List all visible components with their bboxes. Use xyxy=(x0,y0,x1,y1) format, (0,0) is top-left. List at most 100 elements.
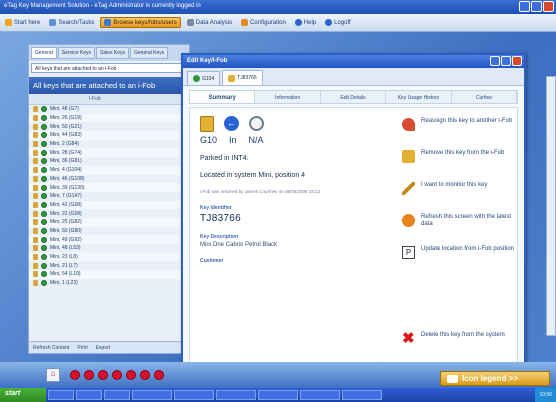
fob-icon xyxy=(41,141,47,148)
list-item[interactable]: Mini, 44 (G83) xyxy=(29,131,189,140)
nav-dot[interactable] xyxy=(154,370,164,380)
padlock-icon xyxy=(33,254,38,261)
list-item[interactable]: Mini, 48 (G7) xyxy=(29,105,189,114)
taskbar-app[interactable] xyxy=(132,390,172,400)
refresh-content-button[interactable]: Refresh Content xyxy=(33,345,69,351)
tab-fob-g104[interactable]: G104 xyxy=(187,71,221,85)
list-item-label: Mini, 54 (L19) xyxy=(50,271,81,278)
list-item[interactable]: Mini, 25 (G82) xyxy=(29,217,189,227)
fob-icon xyxy=(41,236,47,243)
list-item[interactable]: Mini, 36 (G81) xyxy=(29,157,189,166)
tab-key-tj83766[interactable]: TJ83766 xyxy=(222,70,263,85)
key-description-label: Key Description xyxy=(200,234,239,240)
menu-configuration[interactable]: Configuration xyxy=(238,18,289,27)
list-item[interactable]: Mini, 50 (G21) xyxy=(29,122,189,131)
menu-start-here[interactable]: Start here xyxy=(2,18,43,27)
print-button[interactable]: Print xyxy=(77,345,87,351)
list-item-label: Mini, 48 (G7) xyxy=(50,106,79,113)
remove-action[interactable]: Remove this key from the i-Fob xyxy=(402,150,517,182)
customer-label: Customer xyxy=(200,258,224,264)
tab-sales-keys[interactable]: Sales Keys xyxy=(95,47,129,59)
list-item[interactable]: Mini, 48 (L53) xyxy=(29,244,189,253)
returned-text: i-Fob was returned by James Courtney on … xyxy=(200,189,321,194)
taskbar-app[interactable] xyxy=(174,390,214,400)
taskbar-app[interactable] xyxy=(216,390,256,400)
dialog-maximize-button[interactable] xyxy=(501,56,511,66)
arrow-in-icon: ← xyxy=(224,116,239,131)
nav-dot[interactable] xyxy=(126,370,136,380)
taskbar-app[interactable] xyxy=(48,390,74,400)
menu-search-tasks[interactable]: Search/Tasks xyxy=(46,18,97,27)
tab-key-usage-history[interactable]: Key Usage History xyxy=(386,91,452,103)
monitor-action[interactable]: I want to monitor this key xyxy=(402,182,517,214)
list-item[interactable]: Mini, 60 (G80) xyxy=(29,227,189,236)
filter-select[interactable]: All keys that are attached to an i-Fob xyxy=(31,63,187,73)
status-position: G10 xyxy=(200,135,218,145)
list-item-label: Mini, 2 (G84) xyxy=(50,141,79,148)
nav-dot[interactable] xyxy=(70,370,80,380)
p-icon: P xyxy=(402,246,415,259)
nav-dot[interactable] xyxy=(112,370,122,380)
taskbar-app[interactable] xyxy=(258,390,298,400)
tab-summary[interactable]: Summary xyxy=(190,91,256,103)
home-button[interactable]: ⌂ xyxy=(46,368,60,382)
taskbar-app[interactable] xyxy=(342,390,382,400)
padlock-icon xyxy=(33,227,38,234)
tab-information[interactable]: Information xyxy=(255,91,321,103)
tab-general[interactable]: General xyxy=(31,47,57,59)
heart-key-icon xyxy=(402,118,415,131)
icon-legend-button[interactable]: Icon legend >> xyxy=(440,371,550,386)
nav-dot[interactable] xyxy=(84,370,94,380)
list-item[interactable]: Mini, 49 (G92) xyxy=(29,235,189,244)
taskbar-app[interactable] xyxy=(300,390,340,400)
padlock-icon xyxy=(33,167,38,174)
list-item[interactable]: Mini, 23 (L8) xyxy=(29,252,189,262)
gear-icon xyxy=(241,19,249,26)
list-item-label: Mini, 36 (G81) xyxy=(50,158,82,165)
column-header-ifob[interactable]: I-Fob xyxy=(29,94,189,105)
refresh-action[interactable]: Refresh this screen with the latest data xyxy=(402,214,517,246)
list-item[interactable]: Mini, 2 (G84) xyxy=(29,140,189,149)
list-item[interactable]: Mini, 26 (G19) xyxy=(29,113,189,123)
key-identifier-value: TJ83766 xyxy=(200,213,242,224)
logoff-icon xyxy=(325,19,333,26)
maximize-button[interactable] xyxy=(531,1,542,12)
menu-help[interactable]: Help xyxy=(292,18,319,27)
menu-logoff[interactable]: Logoff xyxy=(322,18,354,27)
tab-edit-details[interactable]: Edit Details xyxy=(321,91,387,103)
export-button[interactable]: Export xyxy=(96,345,110,351)
padlock-icon xyxy=(402,150,415,163)
right-scrollbar[interactable] xyxy=(546,76,556,336)
menu-data-analysis[interactable]: Data Analysis xyxy=(184,18,235,27)
update-location-action[interactable]: P Update location from i-Fob position xyxy=(402,246,517,278)
list-item[interactable]: Mini, 28 (G74) xyxy=(29,148,189,158)
taskbar-app[interactable] xyxy=(104,390,130,400)
delete-action[interactable]: ✖ Delete this key from the system xyxy=(402,331,517,364)
fob-icon xyxy=(41,280,47,287)
menu-browse[interactable]: Browse keys/fobs/users xyxy=(100,17,181,28)
padlock-icon xyxy=(33,141,38,148)
list-item[interactable]: Mini, 39 (G130) xyxy=(29,183,189,192)
dialog-close-button[interactable] xyxy=(512,56,522,66)
reassign-action[interactable]: Reassign this key to another i-Fob xyxy=(402,118,517,150)
list-item-label: Mini, 28 (G74) xyxy=(50,149,82,156)
list-item[interactable]: Mini, 46 (G108) xyxy=(29,175,189,184)
close-button[interactable] xyxy=(543,1,554,12)
taskbar-app[interactable] xyxy=(76,390,102,400)
nav-dot[interactable] xyxy=(140,370,150,380)
list-item[interactable]: Mini, 1 (L23) xyxy=(29,279,189,288)
tab-service-keys[interactable]: Service Keys xyxy=(57,47,95,59)
minimize-button[interactable] xyxy=(519,1,530,12)
list-item[interactable]: Mini, 7 (G147) xyxy=(29,192,189,201)
list-item[interactable]: Mini, 21 (L7) xyxy=(29,261,189,270)
list-item[interactable]: Mini, 4 (G104) xyxy=(29,165,189,175)
list-item[interactable]: Mini, 54 (L19) xyxy=(29,270,189,279)
dialog-minimize-button[interactable] xyxy=(490,56,500,66)
start-button[interactable]: start xyxy=(0,388,46,402)
list-item[interactable]: Mini, 42 (G68) xyxy=(29,200,189,210)
tab-general-keys[interactable]: General Keys xyxy=(130,47,169,59)
list-item-label: Mini, 46 (G108) xyxy=(50,175,85,182)
nav-dot[interactable] xyxy=(98,370,108,380)
list-item[interactable]: Mini, 22 (G58) xyxy=(29,209,189,218)
tab-curfew[interactable]: Curfew xyxy=(452,91,518,103)
